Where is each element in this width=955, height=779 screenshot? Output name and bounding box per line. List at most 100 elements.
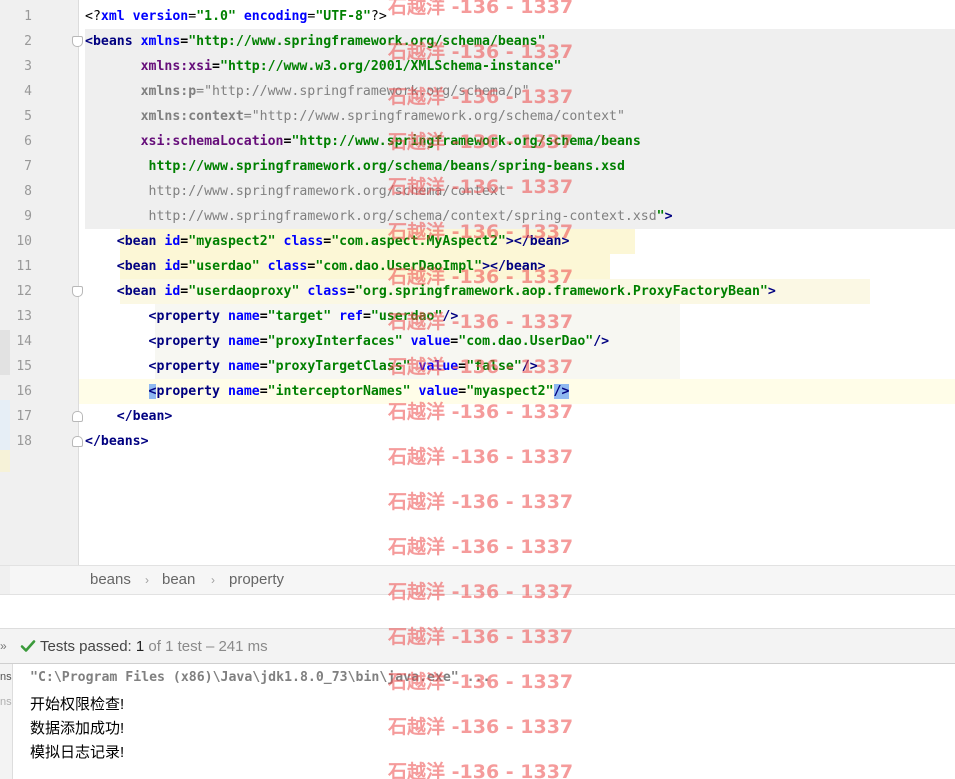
code-line[interactable]: <property name="interceptorNames" value=… <box>85 379 570 404</box>
line-number: 7 <box>24 159 32 174</box>
side-label: ns <box>0 696 12 708</box>
tests-duration: – 241 ms <box>205 638 268 655</box>
code-line[interactable]: </bean> <box>85 404 173 429</box>
editor-left-strip <box>0 0 10 565</box>
console-output[interactable]: ns ns "C:\Program Files (x86)\Java\jdk1.… <box>0 664 955 779</box>
code-token: xmlns:xsi <box>140 59 213 74</box>
code-token: id <box>164 234 181 249</box>
code-token: <property <box>148 309 228 324</box>
code-token: property <box>156 384 228 399</box>
breadcrumb-separator: › <box>211 573 215 587</box>
side-label: ns <box>0 671 12 683</box>
code-token: = <box>458 384 467 399</box>
code-token: value <box>410 334 451 349</box>
code-token: name <box>227 359 260 374</box>
code-token: <bean <box>116 284 165 299</box>
fold-bean-icon[interactable] <box>72 286 83 297</box>
fold-end-beans-icon[interactable] <box>72 436 83 447</box>
line-number: 8 <box>24 184 32 199</box>
code-token: name <box>227 309 260 324</box>
code-line[interactable]: <bean id="userdao" class="com.dao.UserDa… <box>85 254 546 279</box>
code-token: = <box>259 384 268 399</box>
code-token: ></bean> <box>505 234 570 249</box>
code-line[interactable]: xsi:schemaLocation="http://www.springfra… <box>85 129 641 154</box>
code-token: value <box>418 359 459 374</box>
breadcrumb-item-beans[interactable]: beans <box>90 571 131 588</box>
code-line[interactable]: xmlns:p="http://www.springframework.org/… <box>85 79 530 104</box>
code-line[interactable]: </beans> <box>85 429 149 454</box>
code-token: "target" <box>267 309 332 324</box>
fold-beans-icon[interactable] <box>72 36 83 47</box>
code-editor[interactable]: <?xml version="1.0" encoding="UTF-8"?> <b… <box>0 0 955 565</box>
line-number: 16 <box>16 384 32 399</box>
code-token: "proxyInterfaces" <box>267 334 403 349</box>
line-number: 4 <box>24 84 32 99</box>
code-token: = <box>458 359 467 374</box>
code-token: id <box>164 259 181 274</box>
code-token: = <box>212 59 220 74</box>
code-token: name <box>227 334 260 349</box>
code-token: class <box>283 234 324 249</box>
code-line[interactable]: <bean id="userdaoproxy" class="org.sprin… <box>85 279 776 304</box>
code-line[interactable]: http://www.springframework.org/schema/co… <box>85 204 673 229</box>
code-token: xmlns:p <box>140 84 197 99</box>
line-number: 11 <box>16 259 32 274</box>
code-token: <bean <box>116 259 165 274</box>
panel-splitter[interactable] <box>0 595 955 628</box>
breadcrumb-item-property[interactable]: property <box>229 571 284 588</box>
code-line[interactable]: <beans xmlns="http://www.springframework… <box>85 29 546 54</box>
code-line[interactable]: <property name="target" ref="userdao"/> <box>85 304 459 329</box>
console-side-panel: ns ns <box>0 664 13 779</box>
code-token: = <box>323 234 332 249</box>
code-line[interactable]: <property name="proxyTargetClass" value=… <box>85 354 538 379</box>
code-token: "proxyTargetClass" <box>267 359 411 374</box>
line-number: 14 <box>16 334 32 349</box>
code-token: http://www.springframework.org/schema/co… <box>148 184 506 199</box>
breadcrumb: beans › bean › property <box>0 565 955 595</box>
code-token: /> <box>442 309 459 324</box>
line-number: 10 <box>16 234 32 249</box>
code-token: "userdaoproxy" <box>188 284 300 299</box>
tests-total: of 1 test <box>148 638 202 655</box>
code-token: " <box>656 209 665 224</box>
code-token: "http://www.springframework.org/schema/b… <box>291 134 641 149</box>
code-line[interactable]: http://www.springframework.org/schema/be… <box>85 154 625 179</box>
code-token: http://www.springframework.org/schema/be… <box>148 159 625 174</box>
gutter-separator <box>78 0 79 565</box>
code-line[interactable]: <bean id="myaspect2" class="com.aspect.M… <box>85 229 570 254</box>
code-token: </bean> <box>116 409 173 424</box>
code-token: <? <box>85 9 101 24</box>
code-token: /> <box>593 334 610 349</box>
line-number: 1 <box>24 9 32 24</box>
code-token: "UTF-8" <box>315 9 371 24</box>
expand-arrow-icon[interactable]: » <box>0 639 7 653</box>
code-token: ?> <box>370 9 387 24</box>
code-token: "com.aspect.MyAspect2" <box>331 234 506 249</box>
code-token: = <box>259 334 268 349</box>
code-token: </beans> <box>85 434 149 449</box>
code-token: ="http://www.springframework.org/schema/… <box>196 84 530 99</box>
code-line[interactable]: xmlns:context="http://www.springframewor… <box>85 104 625 129</box>
tests-status-label: Tests passed: <box>40 638 132 655</box>
code-line[interactable]: <?xml version="1.0" encoding="UTF-8"?> <box>85 4 387 29</box>
code-line[interactable]: http://www.springframework.org/schema/co… <box>85 179 506 204</box>
console-command-line: "C:\Program Files (x86)\Java\jdk1.8.0_73… <box>30 670 491 685</box>
code-line[interactable]: xmlns:xsi="http://www.w3.org/2001/XMLSch… <box>85 54 562 79</box>
breadcrumb-item-bean[interactable]: bean <box>162 571 195 588</box>
tests-status: Tests passed: 1 of 1 test – 241 ms <box>40 638 268 655</box>
code-token: encoding <box>243 9 308 24</box>
code-line[interactable]: <property name="proxyInterfaces" value="… <box>85 329 610 354</box>
code-token: <property <box>148 334 228 349</box>
fold-end-bean-icon[interactable] <box>72 411 83 422</box>
code-token: ="http://www.springframework.org/schema/… <box>243 109 625 124</box>
